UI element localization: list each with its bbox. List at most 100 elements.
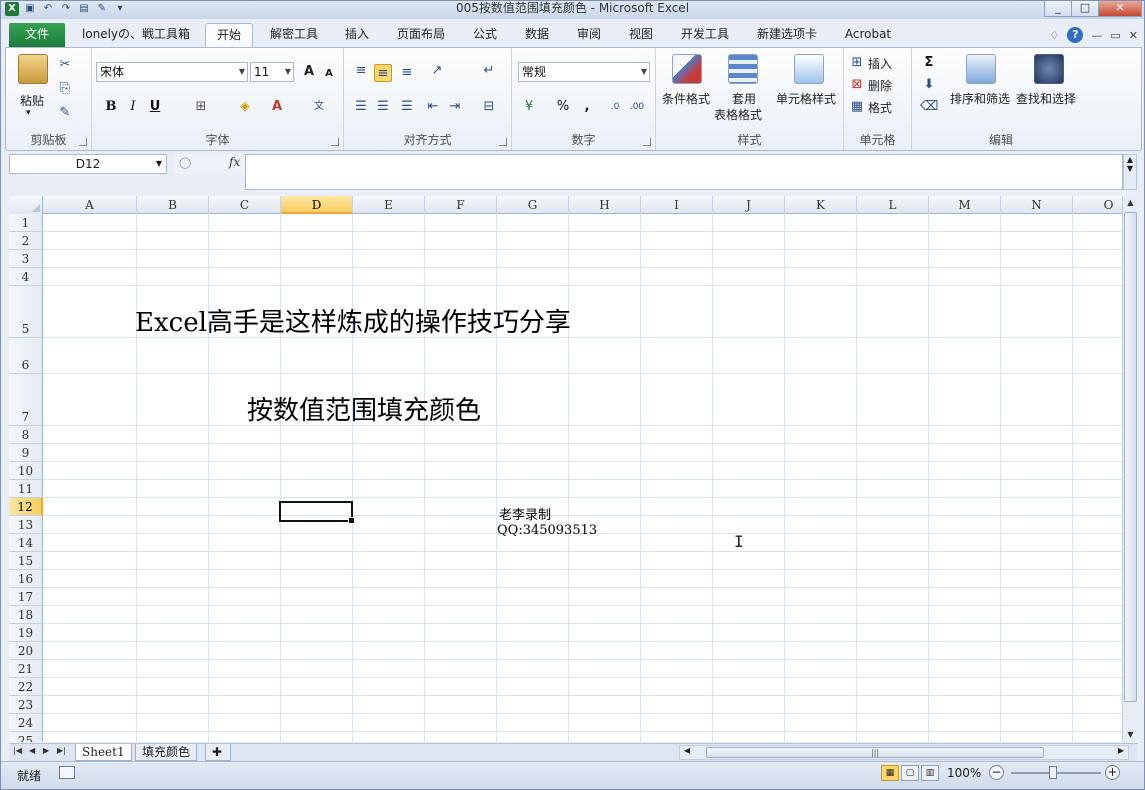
currency-icon[interactable]: ¥ [520,98,538,116]
column-header-i[interactable]: I [641,196,713,214]
select-all-corner[interactable] [9,196,43,214]
paste-button[interactable]: 粘贴 [20,92,44,109]
row-header-1[interactable]: 1 [9,214,43,232]
fill-color-icon[interactable]: ◈ [236,98,254,116]
align-middle-icon[interactable]: ≡ [374,64,392,82]
cell-d7[interactable]: 按数值范围填充颜色 [247,390,481,427]
worksheet-grid[interactable]: ABCDEFGHIJKLMNO 1 2 3 4 5 6 7 8 9 10 11 12 13 14 15 16 1… [9,196,1122,742]
row-header-25[interactable]: 25 [9,732,43,742]
column-header-n[interactable]: N [1001,196,1073,214]
format-as-table-label-2[interactable]: 表格格式 [714,106,762,123]
find-select-icon[interactable] [1034,54,1064,84]
cell-styles-button[interactable]: 单元格样式 [776,90,836,107]
autosum-button[interactable]: Σ [920,54,938,72]
row-header-20[interactable]: 20 [9,642,43,660]
doc-minimize-icon[interactable]: — [1091,29,1102,42]
column-header-f[interactable]: F [425,196,497,214]
cell-b5[interactable]: Excel高手是这样炼成的操作技巧分享 [135,302,571,339]
orientation-icon[interactable]: ↗ [428,62,446,80]
page-layout-view-icon[interactable]: ▢ [901,765,919,781]
row-header-16[interactable]: 16 [9,570,43,588]
column-header-h[interactable]: H [569,196,641,214]
insert-cells-button[interactable]: 插入 [868,55,892,72]
vertical-scroll-thumb[interactable] [1124,212,1137,702]
alignment-launcher-icon[interactable] [499,138,507,146]
horizontal-scroll-thumb[interactable]: ||| [706,747,1044,758]
new-sheet-icon[interactable]: ✚ [205,744,231,761]
page-break-view-icon[interactable]: ▥ [921,765,939,781]
help-icon[interactable]: ? [1067,27,1084,43]
row-header-3[interactable]: 3 [9,250,43,268]
column-header-c[interactable]: C [209,196,281,214]
conditional-format-button[interactable]: 条件格式 [662,90,710,107]
increase-decimal-icon[interactable]: .0 [606,98,624,116]
column-header-o[interactable]: O [1073,196,1122,214]
underline-button[interactable]: U [146,98,164,116]
tab-acrobat[interactable]: Acrobat [837,23,899,47]
cell-styles-icon[interactable] [794,54,824,84]
italic-button[interactable]: I [124,98,142,116]
doc-close-icon[interactable]: ✕ [1129,29,1138,42]
sort-filter-icon[interactable] [966,54,996,84]
insert-function-icon[interactable]: fx [229,155,240,169]
clear-icon[interactable]: ⌫ [920,98,938,116]
find-select-button[interactable]: 查找和选择 [1016,90,1076,107]
zoom-in-icon[interactable]: + [1105,765,1120,780]
tab-home[interactable]: 开始 [205,23,253,47]
tab-review[interactable]: 审阅 [567,23,611,47]
doc-restore-icon[interactable]: ▭ [1110,29,1120,42]
format-painter-icon[interactable]: ✎ [56,104,74,122]
font-color-icon[interactable]: A [268,98,286,116]
format-cells-button[interactable]: 格式 [868,99,892,116]
tab-formulas[interactable]: 公式 [463,23,507,47]
sheet-tab-sheet1[interactable]: Sheet1 [75,744,132,761]
next-sheet-icon[interactable]: ▶ [43,746,49,755]
row-header-12[interactable]: 12 [9,498,43,516]
phonetic-icon[interactable]: 文 [310,98,328,116]
cell-g12[interactable]: 老李录制 [499,504,551,523]
row-header-18[interactable]: 18 [9,606,43,624]
row-header-11[interactable]: 11 [9,480,43,498]
column-header-m[interactable]: M [929,196,1001,214]
column-header-b[interactable]: B [137,196,209,214]
normal-view-icon[interactable]: ▦ [881,765,899,781]
active-cell-d12[interactable] [279,501,355,524]
wrap-text-icon[interactable]: ↵ [480,62,498,80]
column-header-e[interactable]: E [353,196,425,214]
row-header-7[interactable]: 7 [9,374,43,426]
tab-decrypt-tools[interactable]: 解密工具 [263,23,325,47]
row-header-5[interactable]: 5 [9,286,43,338]
conditional-format-icon[interactable] [672,54,702,84]
sort-filter-button[interactable]: 排序和筛选 [950,90,1010,107]
ribbon-collapse-icon[interactable]: ♢ [1050,29,1060,42]
scroll-right-icon[interactable]: ▶ [1118,746,1124,755]
align-bottom-icon[interactable]: ≡ [398,64,416,82]
macro-record-icon[interactable] [59,766,75,779]
row-header-13[interactable]: 13 [9,516,43,534]
tab-data[interactable]: 数据 [515,23,559,47]
zoom-slider-thumb[interactable] [1049,766,1057,779]
comma-button[interactable]: , [578,98,596,116]
clipboard-launcher-icon[interactable] [79,138,87,146]
fill-icon[interactable]: ⬇ [920,76,938,94]
row-header-9[interactable]: 9 [9,444,43,462]
column-header-a[interactable]: A [43,196,137,214]
delete-cells-icon[interactable]: ⊠ [848,76,866,94]
minimize-button[interactable]: _ [1044,1,1072,17]
row-header-19[interactable]: 19 [9,624,43,642]
decrease-indent-icon[interactable]: ⇤ [424,98,442,116]
row-header-6[interactable]: 6 [9,338,43,374]
tab-file[interactable]: 文件 [9,23,65,47]
formula-expand-icon[interactable]: ▲ ▼ [1123,154,1137,190]
scroll-down-icon[interactable]: ▼ [1123,728,1138,742]
font-launcher-icon[interactable] [331,138,339,146]
zoom-level[interactable]: 100% [947,766,981,780]
column-header-j[interactable]: J [713,196,785,214]
close-button[interactable]: ✕ [1098,1,1142,17]
decrease-decimal-icon[interactable]: .00 [628,98,646,116]
grow-font-icon[interactable]: A [300,63,318,81]
row-header-22[interactable]: 22 [9,678,43,696]
font-name-select[interactable]: 宋体 ▼ [96,62,248,82]
row-header-8[interactable]: 8 [9,426,43,444]
prev-sheet-icon[interactable]: ◀ [29,746,35,755]
